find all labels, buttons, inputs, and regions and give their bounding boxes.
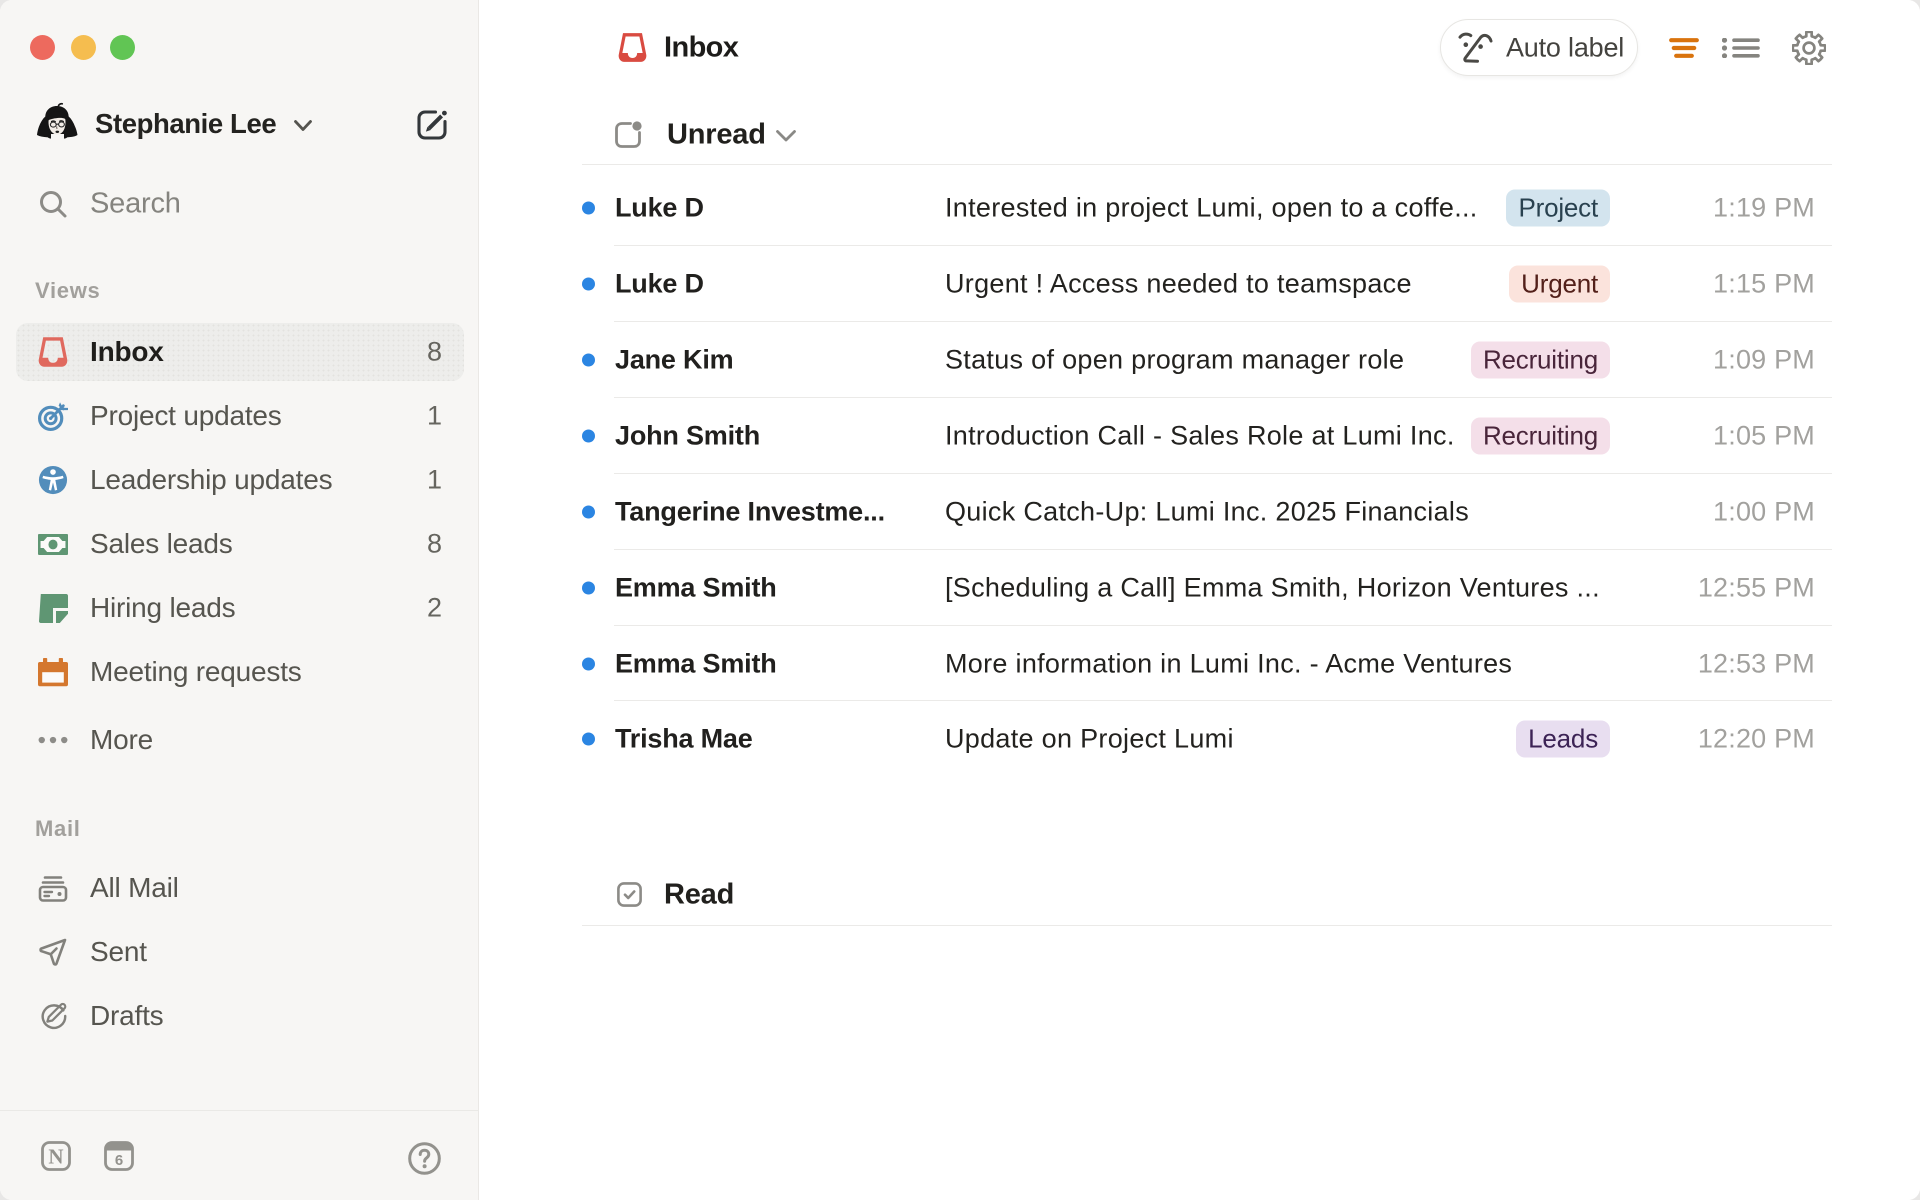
- svg-text:N: N: [48, 1145, 63, 1169]
- svg-text:6: 6: [115, 1152, 123, 1169]
